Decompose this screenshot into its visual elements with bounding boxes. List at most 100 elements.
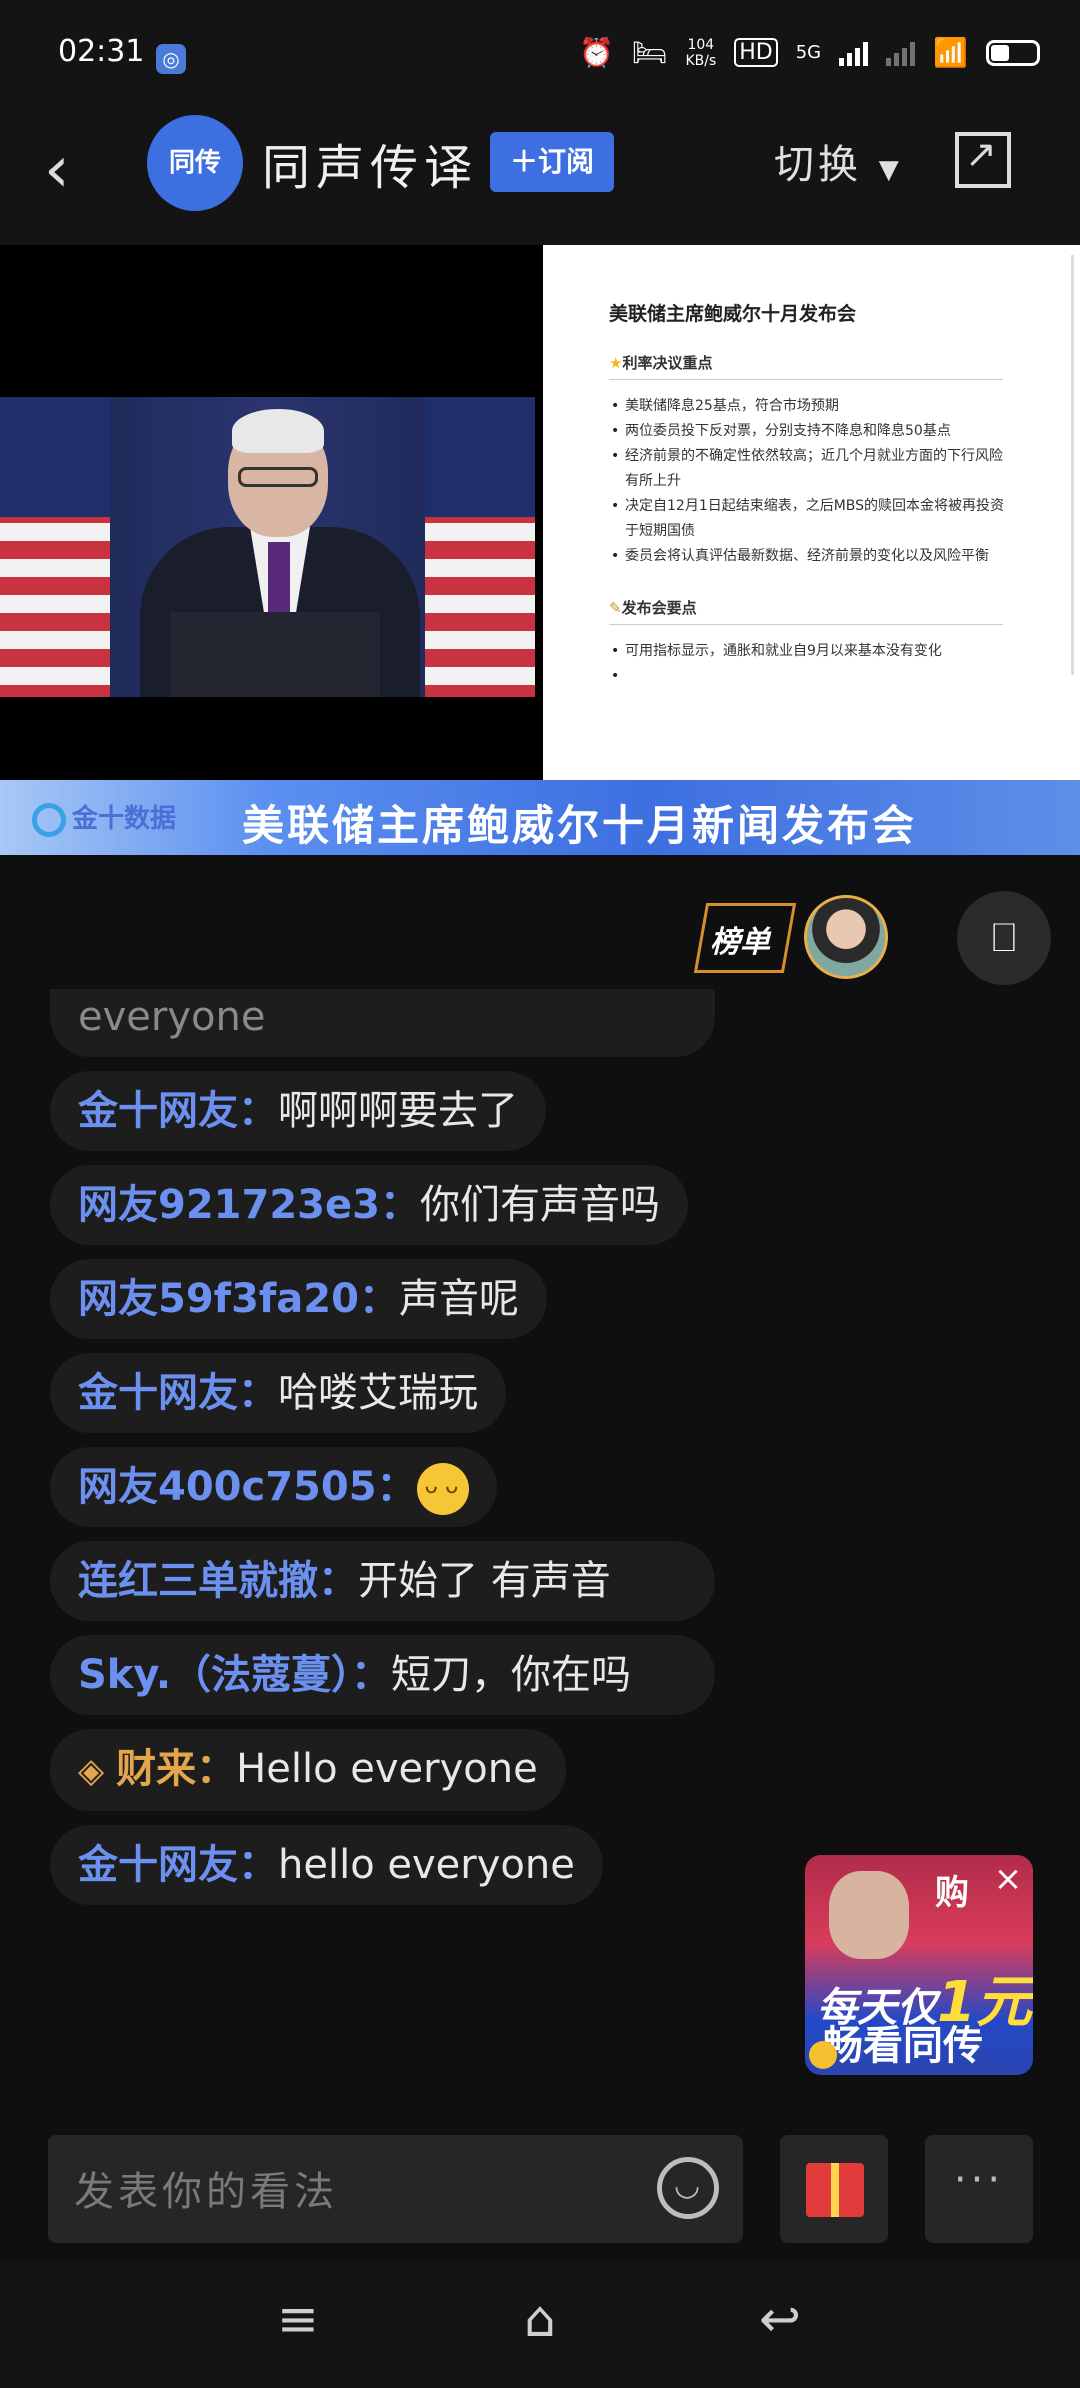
star-icon: ★ [609,354,623,372]
switch-label: 切换 [774,142,862,188]
subscribe-button[interactable]: ＋订阅 [490,132,614,192]
chat-message: Sky.（法蔻蔓）：短刀，你在吗 [50,1635,715,1715]
net-speed-value: 104 [687,36,715,53]
slide-section-rates: ★利率决议重点 [609,352,1003,380]
chat-message: 金十网友：hello everyone [50,1825,603,1905]
video-player[interactable]: 美联储主席鲍威尔十月发布会 ★利率决议重点 美联储降息25基点，符合市场预期 两… [0,245,1080,780]
chat-message: 金十网友：哈喽艾瑞玩 [50,1353,506,1433]
caret-down-icon: ▼ [878,155,903,185]
slide-item: 经济前景的不确定性依然较高；近几个月就业方面的下行风险有所上升 [609,444,1009,494]
switch-button[interactable]: 切换 ▼ [774,132,903,190]
chat-username[interactable]: 金十网友： [78,1842,278,1888]
chat-text: 你们有声音吗 [419,1182,660,1228]
menu-icon[interactable]: ≡ [268,2289,328,2349]
speaker-video [0,397,535,697]
smile-emoji-icon [416,1459,469,1515]
status-icons: ⏰ 🛏 104 KB/s HD 5G 📶 [579,36,1040,69]
bed-icon: 🛏 [631,36,668,69]
event-banner: 金十数据 美联储主席鲍威尔十月新闻发布会 [0,780,1080,855]
rank-label: 榜单 [710,925,770,960]
more-button[interactable]: ··· [925,2135,1033,2243]
chat-text: Hello everyone [236,1746,538,1792]
chat-message: 金十网友：啊啊啊要去了 [50,1071,546,1151]
emoji-icon[interactable] [657,2157,719,2219]
chat-username[interactable]: 连红三单就撤： [78,1558,358,1604]
slide-section-rates-label: 利率决议重点 [622,354,713,372]
promo-line2: 畅看同传 [823,2023,983,2069]
chat-area: 榜单 ⎕ everyone 金十网友：啊啊啊要去了 网友921723e3：你们有… [0,855,1080,2135]
gift-button[interactable] [780,2135,888,2243]
banner-logo-text: 金十数据 [72,804,177,834]
chat-text: 声音呢 [398,1276,519,1322]
slide-section-conference-label: 发布会要点 [621,599,697,617]
promo-buy-label: 购 [935,1873,969,1913]
promo-portrait [829,1871,909,1959]
comment-placeholder: 发表你的看法 [74,2169,338,2215]
chat-message: 连红三单就撤：开始了 有声音 [50,1541,715,1621]
page-title: 同声传译 [262,140,479,196]
speaker-hair [232,409,324,453]
net-speed: 104 KB/s [685,37,716,69]
chat-text: 开始了 有声音 [358,1558,611,1604]
chat-username[interactable]: 网友59f3fa20： [78,1276,399,1322]
input-bar: 发表你的看法 ··· [0,2135,1080,2261]
chat-message-list[interactable]: everyone 金十网友：啊啊啊要去了 网友921723e3：你们有声音吗 网… [50,989,720,1919]
promo-card[interactable]: 购 × 每天仅1元 畅看同传 [805,1855,1033,2075]
system-nav-bar: ≡ ⌂ ↩ [0,2261,1080,2388]
chat-username[interactable]: 网友921723e3： [78,1182,420,1228]
chat-username[interactable]: 财来： [116,1746,236,1792]
slide-title: 美联储主席鲍威尔十月发布会 [609,303,857,325]
network-type: 5G [795,42,822,63]
slide-item: 美联储降息25基点，符合市场预期 [609,394,1009,419]
slide-section-conference: ✎发布会要点 [609,597,1003,625]
chat-text: 啊啊啊要去了 [278,1088,518,1134]
pencil-icon: ✎ [609,599,622,617]
slide-list-rates: 美联储降息25基点，符合市场预期 两位委员投下反对票，分别支持不降息和降息50基… [609,394,1009,569]
chat-message: 网友921723e3：你们有声音吗 [50,1165,688,1245]
status-bar: 02:31 ◎ ⏰ 🛏 104 KB/s HD 5G 📶 [0,0,1080,110]
chat-username[interactable]: Sky.（法蔻蔓）： [78,1652,391,1698]
avatar[interactable] [804,895,888,979]
slide-scrollbar [1071,255,1074,675]
flag-left [0,397,110,697]
channel-logo: 同传 [147,115,243,211]
app-notification-icon: ◎ [156,44,186,74]
speaker-glasses [238,467,318,487]
flag-right [425,397,535,697]
close-icon[interactable]: × [993,1862,1023,1896]
slide-item: 决定自12月1日起结束缩表，之后MBS的赎回本金将被再投资于短期国债 [609,494,1009,544]
landscape-toggle-icon[interactable]: ⎕ [957,891,1051,985]
signal2-icon [886,40,916,66]
chat-message: ◈ 财来：Hello everyone [50,1729,566,1811]
diamond-badge-icon: ◈ [78,1751,105,1791]
chat-username[interactable]: 金十网友： [78,1088,278,1134]
chat-text: 短刀，你在吗 [391,1652,632,1698]
slide-list-conference: 可用指标显示，通胀和就业自9月以来基本没有变化 [609,639,1009,689]
slide-item: 两位委员投下反对票，分别支持不降息和降息50基点 [609,419,1009,444]
comment-input[interactable]: 发表你的看法 [48,2135,743,2243]
chat-username[interactable]: 网友400c7505： [78,1464,417,1510]
back-nav-icon[interactable]: ↩ [750,2289,810,2349]
rank-button[interactable]: 榜单 [693,895,797,975]
home-icon[interactable]: ⌂ [510,2289,570,2349]
alarm-icon: ⏰ [579,36,614,69]
summary-slide: 美联储主席鲍威尔十月发布会 ★利率决议重点 美联储降息25基点，符合市场预期 两… [543,245,1080,780]
chat-text: hello everyone [278,1842,575,1888]
banner-title: 美联储主席鲍威尔十月新闻发布会 [242,801,918,850]
status-time: 02:31 [58,34,145,69]
expand-icon[interactable] [955,132,1011,188]
signal-icon [839,40,869,66]
jin10-logo-icon [32,802,66,837]
net-speed-unit: KB/s [685,52,717,69]
chat-message: 网友400c7505： [50,1447,497,1527]
chat-text: 哈喽艾瑞玩 [278,1370,478,1416]
battery-icon [986,39,1040,66]
hd-icon: HD [734,38,778,67]
slide-item: 委员会将认真评估最新数据、经济前景的变化以及风险平衡 [609,544,1009,569]
header: ‹ 同传 同声传译 ＋订阅 切换 ▼ [0,110,1080,245]
chat-username[interactable]: 金十网友： [78,1370,278,1416]
coin-icon [809,2041,837,2069]
back-button[interactable]: ‹ [44,130,94,210]
banner-logo: 金十数据 [32,798,176,837]
gift-icon [806,2163,864,2217]
